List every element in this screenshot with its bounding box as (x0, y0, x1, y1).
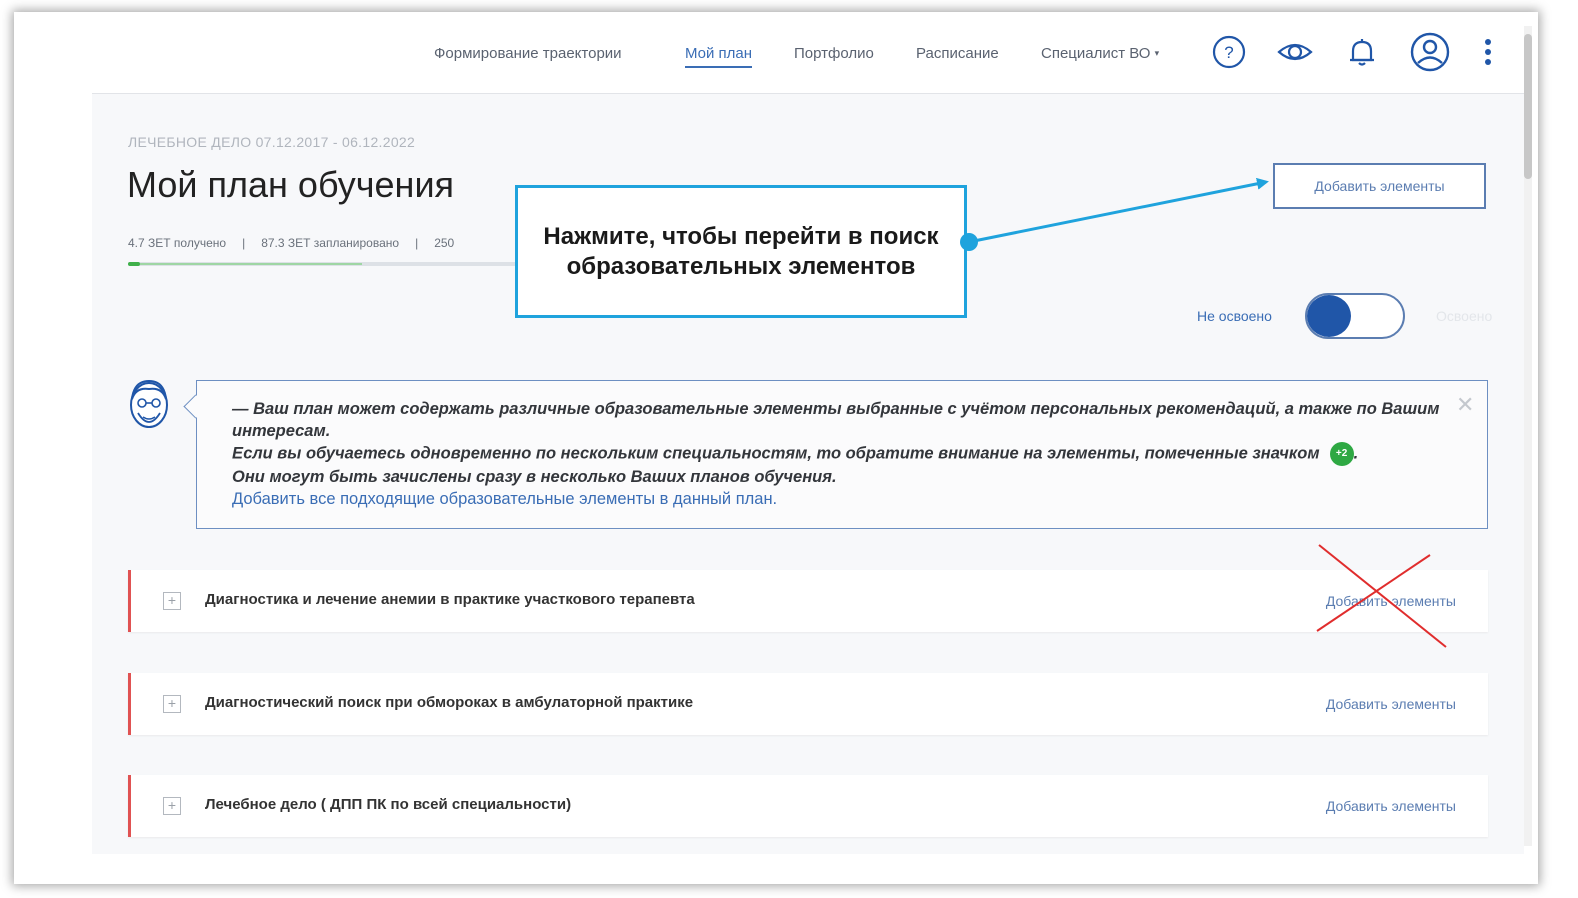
page-title: Мой план обучения (127, 164, 455, 205)
row-title: Диагностический поиск при обмороках в ам… (205, 694, 694, 711)
row-title: Диагностика и лечение анемии в практике … (205, 591, 695, 608)
progress-received-fill (128, 262, 140, 266)
row-status-marker (128, 570, 131, 632)
expand-icon[interactable]: + (163, 797, 181, 815)
close-icon[interactable]: ✕ (1456, 392, 1474, 418)
callout-text: Нажмите, чтобы перейти в поиск образоват… (543, 222, 939, 280)
toggle-knob[interactable] (1307, 295, 1351, 337)
add-all-elements-link[interactable]: Добавить все подходящие образовательные … (232, 490, 777, 508)
add-elements-button[interactable]: Добавить элементы (1273, 163, 1486, 209)
multi-plan-badge: +2 (1329, 442, 1354, 466)
nav-item-specialist[interactable]: Специалист ВО ▾ (1041, 45, 1159, 62)
stat-planned: 87.3 ЗЕТ запланировано (261, 236, 400, 250)
list-item[interactable]: + Диагностика и лечение анемии в практик… (128, 570, 1488, 632)
scrollbar-thumb[interactable] (1524, 34, 1532, 179)
user-account-icon[interactable] (1410, 32, 1450, 72)
row-add-elements-link[interactable]: Добавить элементы (1326, 696, 1456, 712)
nav-item-trajectory[interactable]: Формирование траектории (434, 45, 622, 62)
info-link-wrap: Добавить все подходящие образовательные … (232, 488, 1447, 510)
top-navigation: Формирование траектории Мой план Портфол… (14, 12, 1524, 94)
nav-item-portfolio[interactable]: Портфолио (794, 45, 874, 62)
row-add-elements-link[interactable]: Добавить элементы (1326, 593, 1456, 609)
eye-icon[interactable] (1277, 34, 1313, 70)
nav-specialist-label: Специалист ВО (1041, 45, 1151, 62)
info-message: — Ваш план может содержать различные обр… (232, 398, 1447, 510)
expand-icon[interactable]: + (163, 695, 181, 713)
stat-separator: | (242, 236, 246, 250)
row-status-marker (128, 673, 131, 735)
breadcrumb: ЛЕЧЕБНОЕ ДЕЛО 07.12.2017 - 06.12.2022 (128, 134, 416, 150)
expand-icon[interactable]: + (163, 592, 181, 610)
list-item[interactable]: + Лечебное дело ( ДПП ПК по всей специал… (128, 775, 1488, 837)
help-icon[interactable]: ? (1211, 34, 1247, 70)
row-status-marker (128, 775, 131, 837)
info-line-1: — Ваш план может содержать различные обр… (232, 400, 1440, 440)
screenshot-frame: Формирование траектории Мой план Портфол… (14, 12, 1538, 884)
info-line-2: Если вы обучаетесь одновременно по неско… (232, 442, 1447, 466)
info-line-2-text: Если вы обучаетесь одновременно по неско… (232, 444, 1320, 463)
callout-annotation: Нажмите, чтобы перейти в поиск образоват… (515, 185, 967, 318)
info-line-3: Они могут быть зачислены сразу в несколь… (232, 468, 837, 486)
list-item[interactable]: + Диагностический поиск при обмороках в … (128, 673, 1488, 735)
chevron-down-icon: ▾ (1154, 48, 1160, 58)
stat-received: 4.7 ЗЕТ получено (128, 236, 227, 250)
row-add-elements-link[interactable]: Добавить элементы (1326, 798, 1456, 814)
stat-more: 250 (434, 236, 455, 250)
row-title: Лечебное дело ( ДПП ПК по всей специальн… (205, 796, 572, 813)
bell-icon[interactable] (1344, 34, 1380, 70)
svg-text:?: ? (1224, 43, 1233, 62)
more-vertical-icon[interactable] (1476, 34, 1500, 70)
advisor-avatar-icon (130, 379, 168, 428)
nav-item-my-plan[interactable]: Мой план (685, 45, 753, 68)
stat-separator: | (415, 236, 419, 250)
nav-item-schedule[interactable]: Расписание (916, 45, 999, 62)
toggle-label-not-mastered[interactable]: Не освоено (1197, 308, 1272, 324)
plan-stats: 4.7 ЗЕТ получено | 87.3 ЗЕТ запланировано |… (128, 236, 454, 250)
toggle-label-mastered[interactable]: Освоено (1436, 308, 1492, 324)
progress-planned-fill (140, 263, 362, 265)
